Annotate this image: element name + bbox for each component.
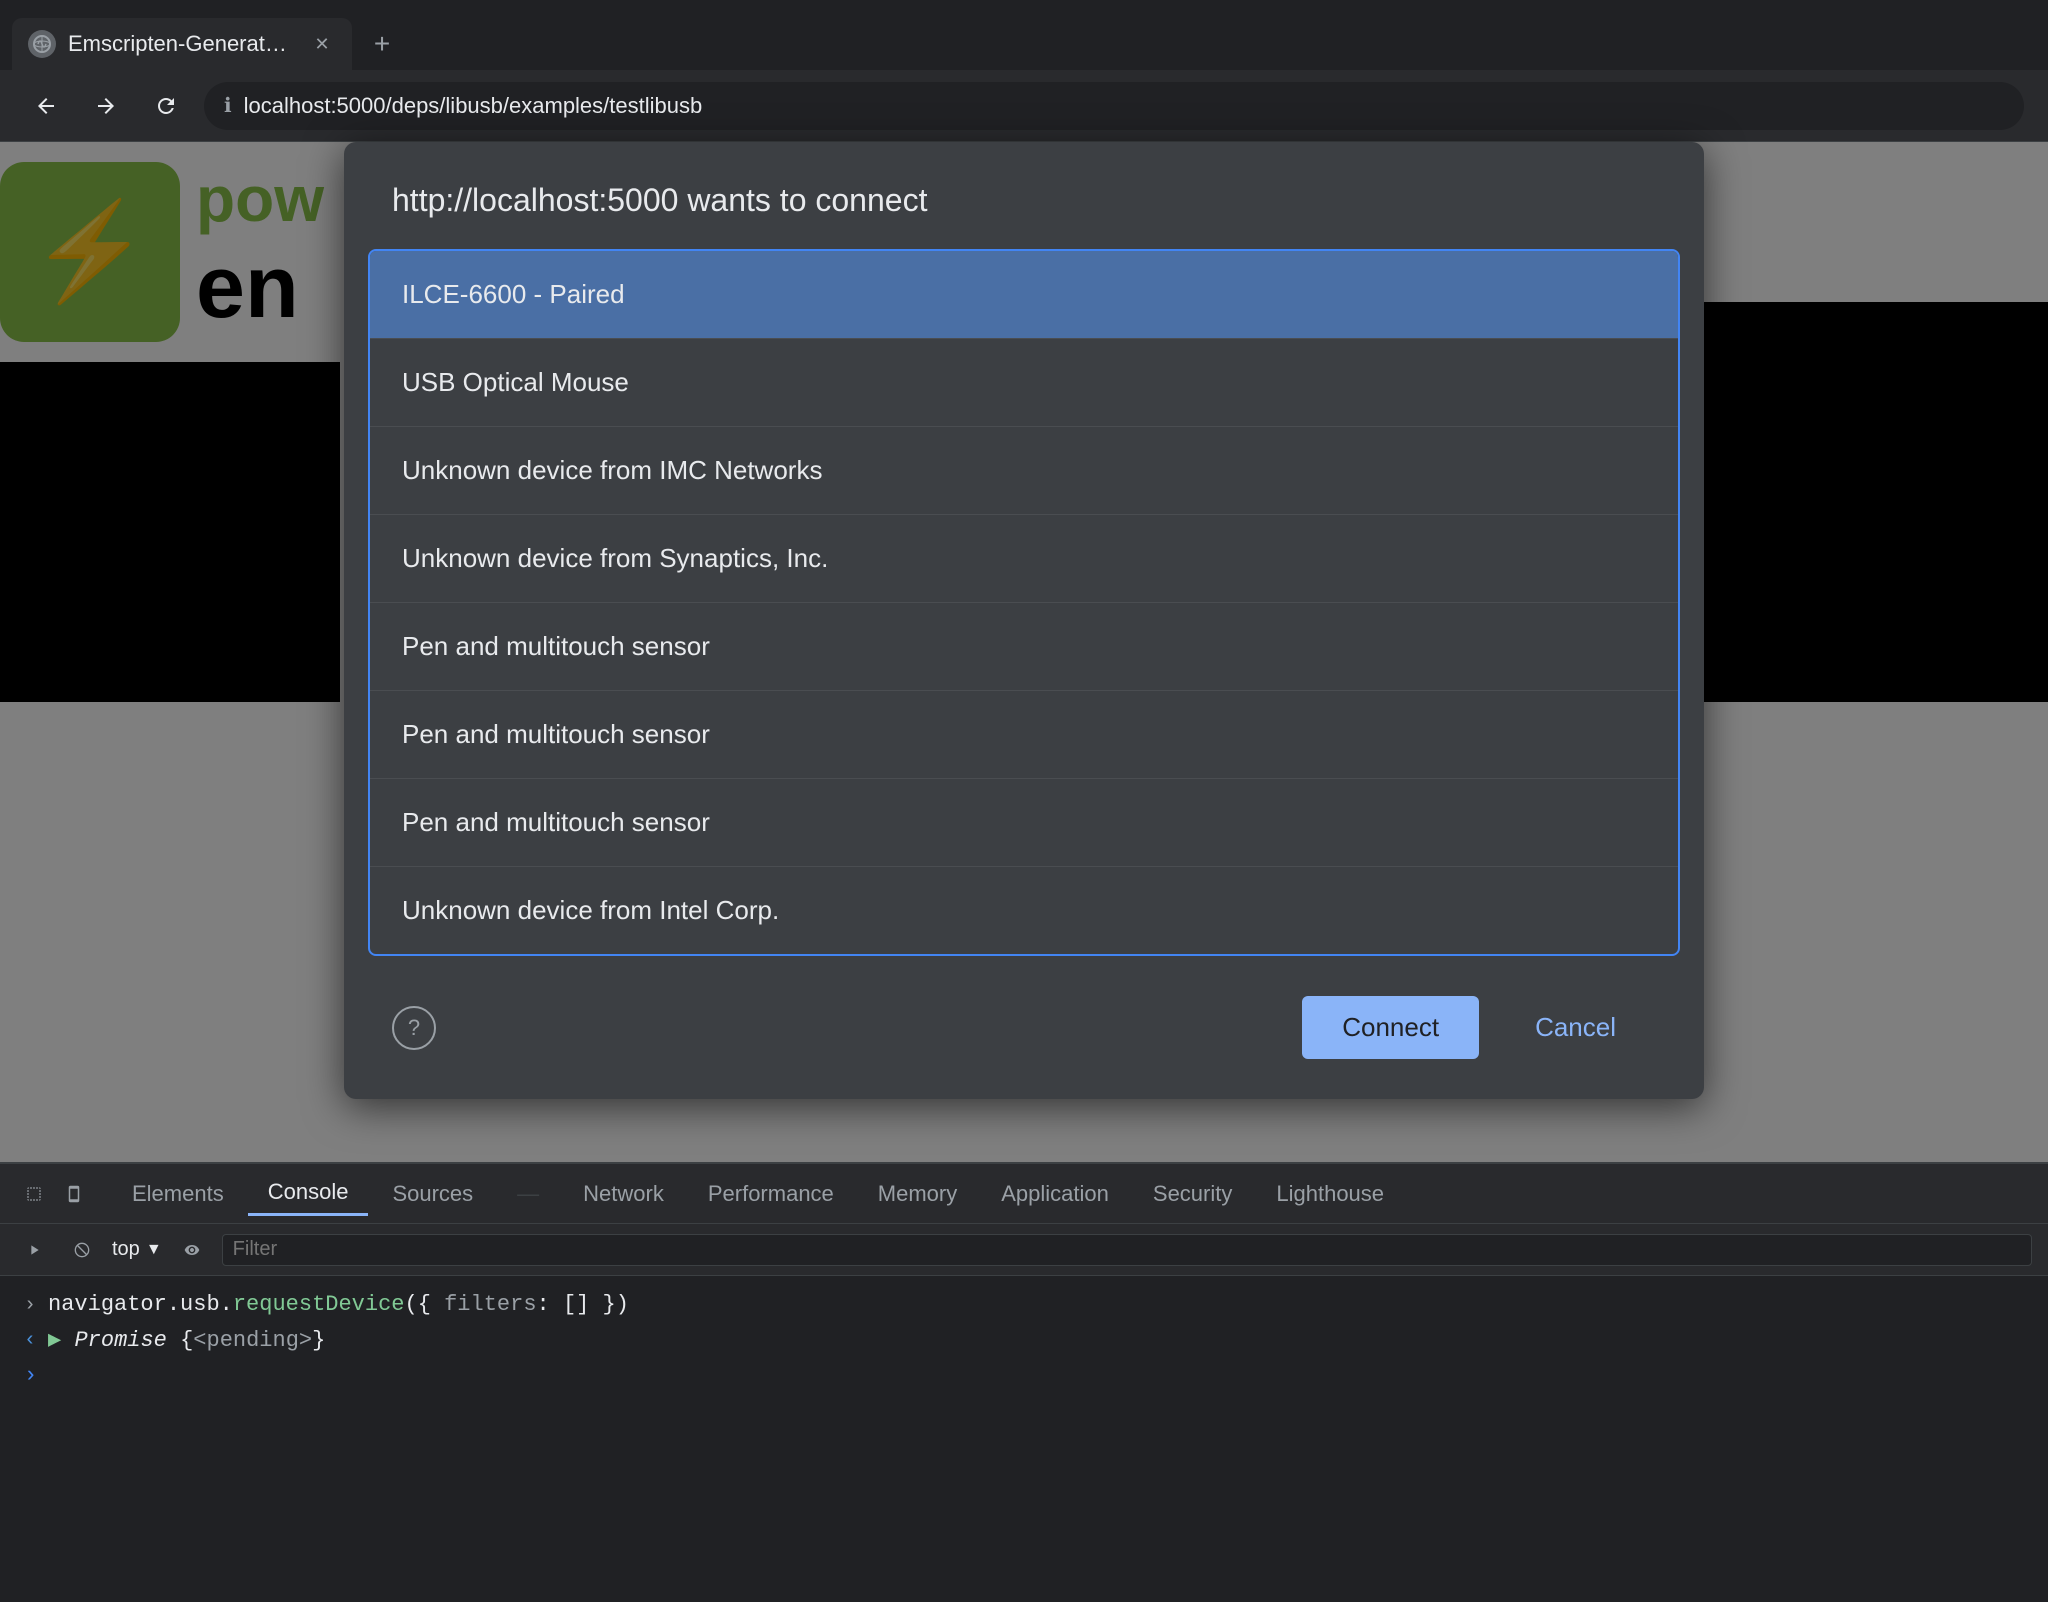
console-output-text: ▶ Promise {<pending>} bbox=[48, 1327, 325, 1353]
device-item-1[interactable]: USB Optical Mouse bbox=[370, 339, 1678, 427]
tab-bar: Emscripten-Generated Code ✕ + bbox=[0, 0, 2048, 70]
security-icon: ℹ bbox=[224, 93, 232, 118]
console-output-arrow: ‹ bbox=[24, 1329, 36, 1352]
devtools-tab-security[interactable]: Security bbox=[1133, 1173, 1252, 1215]
devtools-tab-application[interactable]: Application bbox=[981, 1173, 1129, 1215]
back-button[interactable] bbox=[24, 84, 68, 128]
context-label: top bbox=[112, 1238, 140, 1261]
console-prompt: › bbox=[24, 1363, 37, 1388]
devtools-eye-btn[interactable] bbox=[174, 1232, 210, 1268]
usb-device-dialog: http://localhost:5000 wants to connect I… bbox=[344, 142, 1704, 1099]
browser-chrome: Emscripten-Generated Code ✕ + ℹ localhos… bbox=[0, 0, 2048, 142]
new-tab-button[interactable]: + bbox=[360, 22, 404, 66]
devtools-clear-btn[interactable] bbox=[64, 1232, 100, 1268]
devtools-tab-network[interactable]: — bbox=[497, 1173, 559, 1215]
device-item-7[interactable]: Unknown device from Intel Corp. bbox=[370, 867, 1678, 954]
cancel-button[interactable]: Cancel bbox=[1495, 996, 1656, 1059]
tab-title: Emscripten-Generated Code bbox=[68, 31, 296, 57]
device-item-0[interactable]: ILCE-6600 - Paired bbox=[370, 251, 1678, 339]
context-chevron: ▼ bbox=[146, 1241, 162, 1259]
device-item-2[interactable]: Unknown device from IMC Networks bbox=[370, 427, 1678, 515]
forward-button[interactable] bbox=[84, 84, 128, 128]
devtools-tab-sources[interactable]: Sources bbox=[372, 1173, 493, 1215]
devtools-tabs: Elements Console Sources — Network Perfo… bbox=[0, 1164, 2048, 1224]
console-content: › navigator.usb.requestDevice({ filters:… bbox=[0, 1276, 2048, 1404]
console-filter-input[interactable] bbox=[222, 1234, 2032, 1266]
devtools-tab-performance[interactable]: Performance bbox=[688, 1173, 854, 1215]
devtools-panel: Elements Console Sources — Network Perfo… bbox=[0, 1162, 2048, 1602]
devtools-tab-memory[interactable]: Memory bbox=[858, 1173, 977, 1215]
devtools-play-btn[interactable] bbox=[16, 1232, 52, 1268]
devtools-tab-elements[interactable]: Elements bbox=[112, 1173, 244, 1215]
nav-bar: ℹ localhost:5000/deps/libusb/examples/te… bbox=[0, 70, 2048, 142]
devtools-tab-network-label[interactable]: Network bbox=[563, 1173, 684, 1215]
console-input-line: › navigator.usb.requestDevice({ filters:… bbox=[24, 1292, 2024, 1317]
devtools-tab-lighthouse[interactable]: Lighthouse bbox=[1256, 1173, 1404, 1215]
device-item-4[interactable]: Pen and multitouch sensor bbox=[370, 603, 1678, 691]
devtools-inspect-btn[interactable] bbox=[16, 1176, 52, 1212]
dialog-footer: ? Connect Cancel bbox=[344, 966, 1704, 1099]
url-text: localhost:5000/deps/libusb/examples/test… bbox=[244, 93, 703, 119]
device-item-6[interactable]: Pen and multitouch sensor bbox=[370, 779, 1678, 867]
active-tab[interactable]: Emscripten-Generated Code ✕ bbox=[12, 18, 352, 70]
console-input-text: navigator.usb.requestDevice({ filters: [… bbox=[48, 1292, 629, 1317]
devtools-tab-console[interactable]: Console bbox=[248, 1171, 369, 1216]
connect-button[interactable]: Connect bbox=[1302, 996, 1479, 1059]
console-output-line: ‹ ▶ Promise {<pending>} bbox=[24, 1327, 2024, 1353]
devtools-device-btn[interactable] bbox=[56, 1176, 92, 1212]
device-item-3[interactable]: Unknown device from Synaptics, Inc. bbox=[370, 515, 1678, 603]
address-bar[interactable]: ℹ localhost:5000/deps/libusb/examples/te… bbox=[204, 82, 2024, 130]
context-selector[interactable]: top ▼ bbox=[112, 1238, 162, 1261]
dialog-buttons: Connect Cancel bbox=[1302, 996, 1656, 1059]
devtools-toolbar: top ▼ bbox=[0, 1224, 2048, 1276]
console-keyword-navigator: navigator bbox=[48, 1292, 167, 1317]
reload-button[interactable] bbox=[144, 84, 188, 128]
dialog-header: http://localhost:5000 wants to connect bbox=[344, 142, 1704, 239]
tab-close-button[interactable]: ✕ bbox=[308, 30, 336, 58]
console-cursor-line: › bbox=[24, 1363, 2024, 1388]
console-input-arrow: › bbox=[24, 1294, 36, 1317]
help-icon[interactable]: ? bbox=[392, 1006, 436, 1050]
device-item-5[interactable]: Pen and multitouch sensor bbox=[370, 691, 1678, 779]
tab-favicon bbox=[28, 30, 56, 58]
dialog-title: http://localhost:5000 wants to connect bbox=[392, 182, 927, 218]
device-list: ILCE-6600 - Paired USB Optical Mouse Unk… bbox=[368, 249, 1680, 956]
